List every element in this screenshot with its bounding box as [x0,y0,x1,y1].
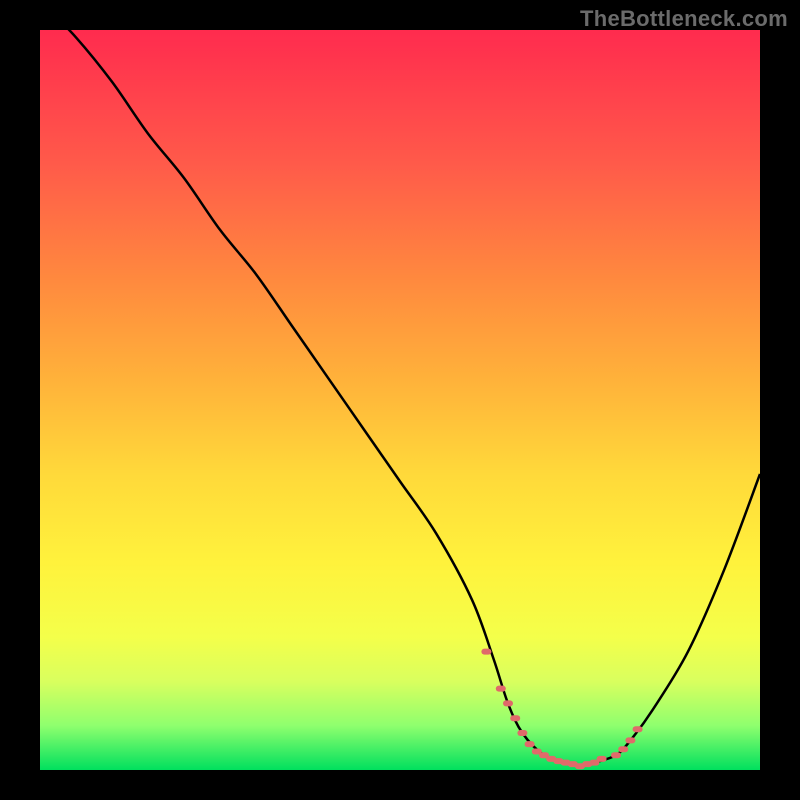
optimum-marker [625,737,635,743]
optimum-marker [510,715,520,721]
chart-stage: TheBottleneck.com [0,0,800,800]
optimum-markers [481,649,642,770]
optimum-marker [618,746,628,752]
optimum-marker [517,730,527,736]
optimum-marker [597,756,607,762]
optimum-marker [496,686,506,692]
optimum-marker [633,726,643,732]
optimum-marker [503,700,513,706]
watermark-label: TheBottleneck.com [580,6,788,32]
chart-svg [40,30,760,770]
plot-area [40,30,760,770]
bottleneck-curve [40,30,760,766]
optimum-marker [481,649,491,655]
optimum-marker [611,752,621,758]
optimum-marker [525,741,535,747]
